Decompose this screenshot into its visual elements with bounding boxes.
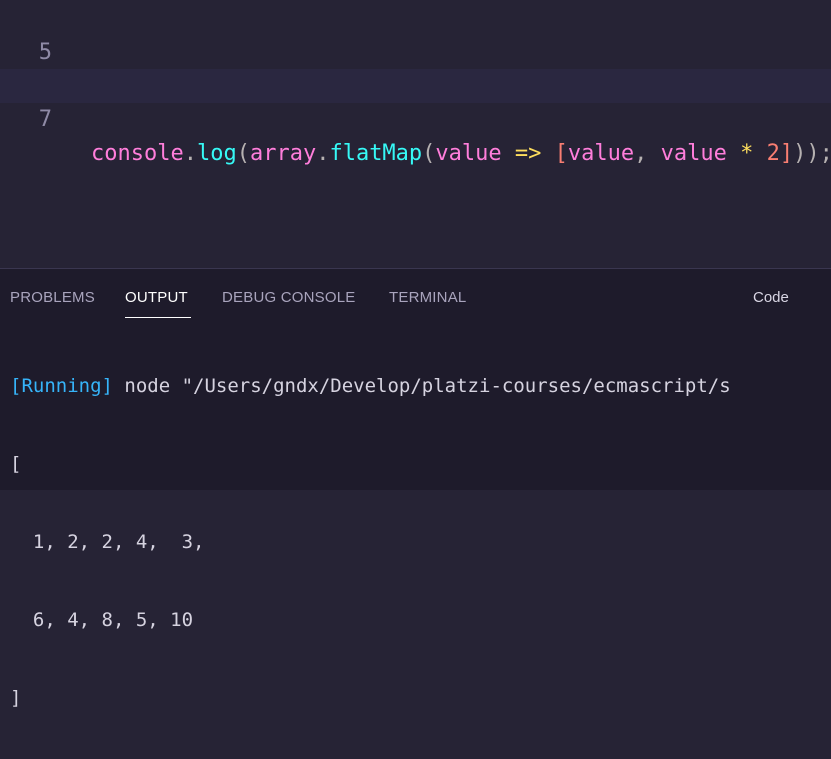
bottom-panel: PROBLEMS OUTPUT DEBUG CONSOLE TERMINAL C…	[0, 268, 831, 709]
code-line-7[interactable]: 7 console.log(array.flatMap(value => [va…	[0, 69, 831, 166]
tab-terminal[interactable]: TERMINAL	[389, 289, 466, 306]
code-editor[interactable]: 5 let array = [1,2,3,4,5]; 6 7 console.l…	[0, 0, 831, 268]
code-token: value	[567, 141, 635, 166]
tab-problems[interactable]: PROBLEMS	[10, 289, 95, 306]
code-token: ,	[634, 141, 648, 166]
code-token: .	[316, 141, 330, 166]
code-line-5[interactable]: 5 let array = [1,2,3,4,5];	[0, 2, 831, 99]
output-running-line: [Running] node "/Users/gndx/Develop/plat…	[10, 369, 831, 403]
tab-output[interactable]: OUTPUT	[125, 289, 188, 306]
output-view[interactable]: [Running] node "/Users/gndx/Develop/plat…	[10, 325, 831, 759]
code-line-6[interactable]: 6	[0, 35, 831, 98]
code-token: (	[422, 141, 436, 166]
output-line: 1, 2, 2, 4, 3,	[10, 531, 205, 553]
code-token: 2	[766, 141, 780, 166]
output-line: [	[10, 453, 22, 475]
code-token: (	[236, 141, 250, 166]
running-tag: [Running]	[10, 375, 113, 397]
code-token: console	[91, 141, 184, 166]
code-token: flatMap	[329, 141, 423, 166]
code-token: )	[806, 141, 820, 166]
code-token: [	[554, 141, 568, 166]
code-token: ]	[779, 141, 794, 166]
tab-debug-console[interactable]: DEBUG CONSOLE	[222, 289, 355, 306]
code-token: value	[435, 141, 502, 166]
code-token: )	[793, 141, 807, 166]
output-channel-select[interactable]: Code	[753, 289, 789, 306]
code-text[interactable]: console.log(array.flatMap(value => [valu…	[91, 137, 831, 171]
output-command: node "/Users/gndx/Develop/platzi-courses…	[112, 375, 731, 397]
active-tab-indicator	[125, 317, 191, 318]
code-token: .	[183, 141, 197, 166]
code-token: ;	[820, 141, 831, 166]
code-token: *	[740, 141, 754, 166]
output-line: 6, 4, 8, 5, 10	[10, 609, 194, 631]
panel-tabs: PROBLEMS OUTPUT DEBUG CONSOLE TERMINAL C…	[0, 269, 831, 319]
code-token: array	[249, 141, 317, 166]
code-token: log	[196, 141, 237, 166]
output-line: ]	[10, 687, 22, 709]
code-token: =>	[514, 141, 542, 166]
code-token: value	[660, 141, 727, 166]
line-number: 7	[38, 107, 52, 132]
